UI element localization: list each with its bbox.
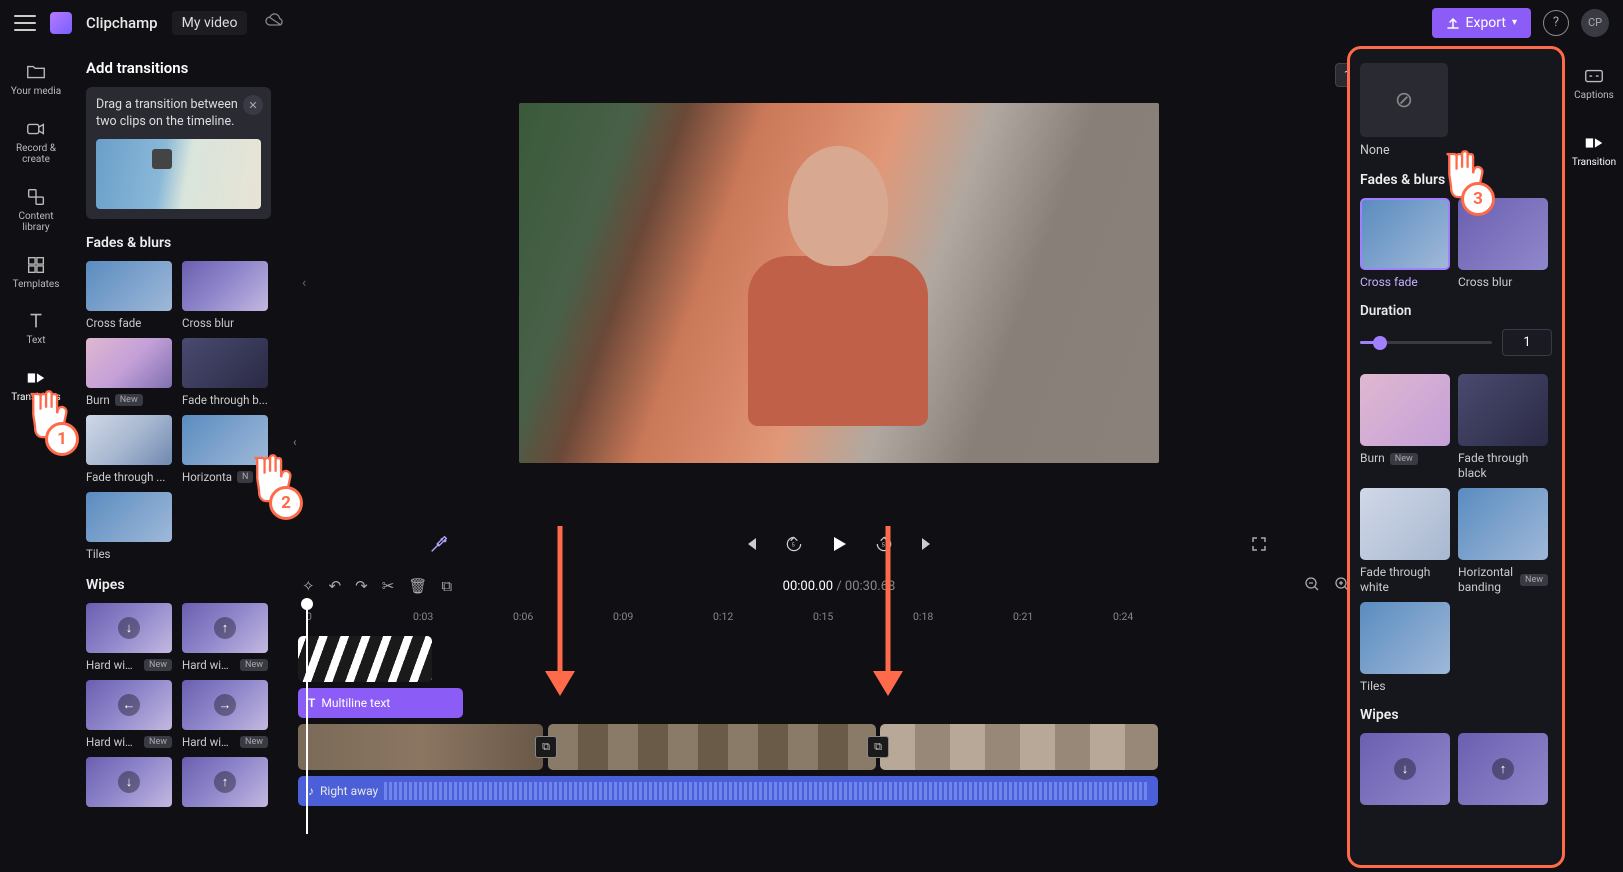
video-clip-1[interactable] [298, 724, 543, 770]
prop-wipe-2[interactable]: ↑ [1458, 733, 1548, 805]
transition-fade-black[interactable]: Fade through b... [182, 338, 268, 407]
prop-cross-fade[interactable]: Cross fade [1360, 198, 1450, 289]
templates-icon [25, 254, 47, 276]
time-display: 00:00.00 / 00:30.68 [783, 579, 896, 594]
duration-label: Duration [1360, 303, 1552, 319]
timeline-ruler[interactable]: 0 0:03 0:06 0:09 0:12 0:15 0:18 0:21 0:2… [298, 604, 1380, 630]
transition-burn[interactable]: BurnNew [86, 338, 172, 407]
captions-icon [1583, 65, 1605, 87]
auto-tool-button[interactable]: ✧ [302, 577, 315, 595]
rail-text[interactable]: Text [6, 302, 66, 355]
graphics-track[interactable] [298, 636, 1380, 682]
library-icon [25, 186, 47, 208]
transition-horizontal[interactable]: HorizontaN [182, 415, 268, 484]
split-button[interactable]: ✂ [382, 577, 395, 595]
video-clip-2[interactable] [548, 724, 876, 770]
skip-end-button[interactable] [918, 535, 936, 553]
rail-transitions[interactable]: Transitions [6, 359, 66, 412]
transition-panel-icon [1583, 132, 1605, 154]
close-hint-button[interactable]: ✕ [243, 95, 263, 115]
graphics-clip[interactable] [298, 636, 432, 682]
transition-wipe-4[interactable]: →Hard wip...New [182, 680, 268, 749]
copy-button[interactable]: ⧉ [441, 577, 452, 595]
panel-title: Add transitions [86, 59, 290, 77]
undo-button[interactable]: ↶ [329, 577, 342, 595]
transitions-icon [25, 367, 47, 389]
duration-slider[interactable] [1360, 341, 1492, 344]
fullscreen-button[interactable] [1250, 535, 1268, 553]
transition-fade-white[interactable]: Fade through ... [86, 415, 172, 484]
zoom-out-button[interactable] [1304, 576, 1320, 596]
video-track[interactable]: ⧉ ⧉ [298, 724, 1380, 770]
prop-horizontal[interactable]: Horizontal bandingNew [1458, 488, 1548, 594]
duration-input[interactable] [1502, 329, 1552, 356]
hint-image [96, 139, 261, 209]
prop-fade-black[interactable]: Fade through black [1458, 374, 1548, 480]
transition-wipe-3[interactable]: ←Hard wip...New [86, 680, 172, 749]
help-button[interactable]: ? [1543, 10, 1569, 36]
playhead[interactable] [306, 604, 308, 834]
hint-card: ✕ Drag a transition between two clips on… [86, 87, 271, 219]
prop-section-fades: Fades & blurs [1360, 172, 1552, 188]
right-rail-captions[interactable]: Captions [1568, 57, 1620, 110]
camera-icon [25, 118, 47, 140]
video-preview[interactable] [519, 103, 1159, 463]
avatar[interactable]: CP [1581, 9, 1609, 37]
transition-properties-panel: ⊘ None Fades & blurs Cross fade Cross bl… [1347, 46, 1565, 868]
forward-5s-button[interactable]: 5 [874, 534, 894, 554]
folder-icon [25, 61, 47, 83]
transition-wipe-1[interactable]: ↓Hard wip...New [86, 603, 172, 672]
prop-wipe-1[interactable]: ↓ [1360, 733, 1450, 805]
prop-none-label: None [1360, 143, 1552, 158]
hint-text: Drag a transition between two clips on t… [96, 97, 261, 131]
transition-wipe-6[interactable]: ↑ [182, 757, 268, 807]
rail-content-library[interactable]: Content library [6, 178, 66, 242]
rail-record[interactable]: Record & create [6, 110, 66, 174]
rail-your-media[interactable]: Your media [6, 53, 66, 106]
right-rail-transition[interactable]: Transition [1568, 124, 1620, 177]
app-title: Clipchamp [86, 14, 158, 32]
section-fades-title: Fades & blurs [86, 235, 290, 251]
transition-tiles[interactable]: Tiles [86, 492, 172, 561]
prop-none-option[interactable]: ⊘ [1360, 63, 1448, 137]
svg-text:5: 5 [792, 543, 796, 549]
delete-button[interactable]: 🗑 [408, 577, 427, 595]
text-clip[interactable]: TMultiline text [298, 688, 463, 718]
audio-track[interactable]: ♪Right away [298, 776, 1380, 806]
text-track[interactable]: TMultiline text [298, 688, 1380, 718]
audio-clip[interactable]: ♪Right away [298, 776, 1158, 806]
skip-start-button[interactable] [742, 535, 760, 553]
cloud-sync-icon [265, 13, 285, 33]
prop-tiles[interactable]: Tiles [1360, 602, 1450, 693]
transition-wipe-5[interactable]: ↓ [86, 757, 172, 807]
upload-icon [1446, 16, 1460, 30]
app-logo-icon [50, 12, 72, 34]
prev-frame-button[interactable]: ‹ [292, 265, 316, 301]
section-wipes-title: Wipes [86, 577, 290, 593]
prop-section-wipes: Wipes [1360, 707, 1552, 723]
transitions-panel: Add transitions ✕ Drag a transition betw… [72, 45, 290, 872]
transition-wipe-2[interactable]: ↑Hard wip...New [182, 603, 268, 672]
transition-cross-fade[interactable]: Cross fade [86, 261, 172, 330]
svg-text:5: 5 [882, 543, 886, 549]
rewind-5s-button[interactable]: 5 [784, 534, 804, 554]
document-name-input[interactable]: My video [172, 11, 248, 35]
transition-indicator-2[interactable]: ⧉ [867, 736, 889, 758]
transition-indicator-1[interactable]: ⧉ [535, 736, 557, 758]
text-icon [25, 310, 47, 332]
hamburger-menu[interactable] [14, 15, 36, 31]
play-button[interactable] [828, 533, 850, 555]
prop-burn[interactable]: BurnNew [1360, 374, 1450, 480]
video-clip-3[interactable] [880, 724, 1158, 770]
prop-cross-blur[interactable]: Cross blur [1458, 198, 1548, 289]
redo-button[interactable]: ↷ [355, 577, 368, 595]
effects-button[interactable] [428, 533, 450, 555]
prop-fade-white[interactable]: Fade through white [1360, 488, 1450, 594]
rail-templates[interactable]: Templates [6, 246, 66, 299]
export-button[interactable]: Export ▾ [1432, 8, 1531, 38]
transition-cross-blur[interactable]: Cross blur [182, 261, 268, 330]
